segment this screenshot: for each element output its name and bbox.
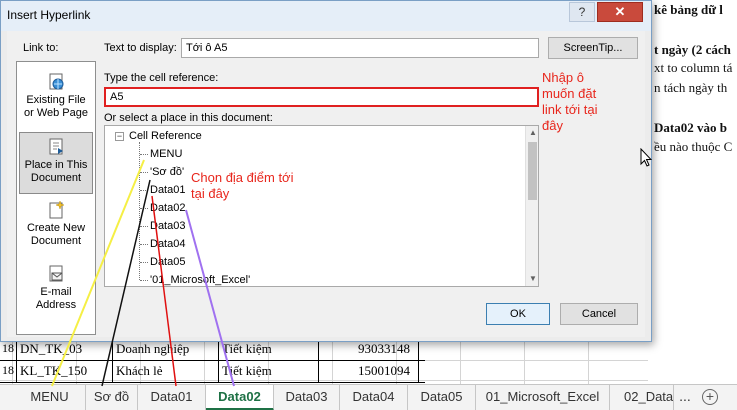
doc-line: Data02 vào b: [654, 120, 727, 135]
tree-item-data03[interactable]: Data03: [150, 220, 185, 232]
cell-reference-input[interactable]: A5: [104, 87, 539, 107]
annotation-cell-reference: Nhập ô muốn đặt link tới tại đây: [542, 70, 598, 133]
document-text-background: kê bảng dữ l t ngày (2 cách xt to column…: [648, 0, 737, 384]
email-icon: [46, 264, 66, 284]
place-tree[interactable]: − Cell Reference MENU 'Sơ đồ' Data01 Dat…: [104, 125, 539, 287]
mouse-cursor-icon: [640, 147, 653, 171]
link-to-place-in-document[interactable]: Place in This Document: [19, 132, 93, 194]
tree-item-data05[interactable]: Data05: [150, 256, 185, 268]
scroll-thumb[interactable]: [528, 142, 537, 200]
dialog-titlebar[interactable]: Insert Hyperlink ? ✕: [1, 1, 651, 31]
cancel-button[interactable]: Cancel: [560, 303, 638, 325]
scroll-down-icon[interactable]: ▼: [526, 272, 538, 286]
link-to-label: Link to:: [23, 42, 59, 54]
collapse-icon[interactable]: −: [115, 132, 124, 141]
tree-item-data02[interactable]: Data02: [150, 202, 185, 214]
annotation-select-place: Chọn địa điểm tới tại đây: [191, 170, 294, 201]
cell-reference-label: Type the cell reference:: [104, 72, 219, 84]
cell-product[interactable]: Tiết kiệm: [222, 341, 272, 357]
link-to-existing-file[interactable]: Existing File or Web Page: [19, 68, 93, 130]
text-to-display-label: Text to display:: [104, 42, 177, 54]
dialog-title: Insert Hyperlink: [7, 8, 91, 22]
new-document-icon: [46, 200, 66, 220]
screentip-button[interactable]: ScreenTip...: [548, 37, 638, 59]
link-to-create-new-document[interactable]: Create New Document: [19, 196, 93, 258]
sheet-tab-data04[interactable]: Data04: [340, 385, 408, 410]
cell-product[interactable]: Tiết kiệm: [222, 363, 272, 379]
tree-item-data01[interactable]: Data01: [150, 184, 185, 196]
cell-type[interactable]: Khách lẻ: [116, 363, 163, 379]
place-in-document-label: Or select a place in this document:: [104, 112, 273, 124]
tree-scrollbar[interactable]: ▲ ▼: [525, 126, 538, 286]
text-to-display-input[interactable]: Tới ô A5: [181, 38, 539, 58]
doc-line: xt to column tá: [654, 60, 733, 75]
doc-line: kê bảng dữ l: [654, 2, 723, 17]
doc-line: ều nào thuộc C: [654, 139, 733, 154]
sheet-tab-data03[interactable]: Data03: [274, 385, 340, 410]
row-number: 18: [2, 363, 14, 377]
sheet-tab-data01[interactable]: Data01: [138, 385, 206, 410]
link-to-panel: Existing File or Web Page Place in This …: [16, 61, 96, 335]
cell-amount[interactable]: 15001094: [358, 363, 410, 379]
tree-item-so-do[interactable]: 'Sơ đồ': [150, 166, 184, 178]
doc-line: n tách ngày th: [654, 80, 728, 95]
cell-code[interactable]: DN_TK_03: [20, 341, 82, 357]
doc-line: t ngày (2 cách: [654, 42, 731, 57]
cell-type[interactable]: Doanh nghiệp: [116, 341, 189, 357]
cell-amount[interactable]: 93033148: [358, 341, 410, 357]
tree-root-cell-reference[interactable]: Cell Reference: [129, 130, 202, 142]
sheet-tab-data05[interactable]: Data05: [408, 385, 476, 410]
add-sheet-icon[interactable]: +: [702, 389, 718, 405]
table-row[interactable]: 18 KL_TK_150 Khách lẻ Tiết kiệm 15001094: [0, 360, 425, 382]
close-button[interactable]: ✕: [597, 2, 643, 22]
cell-code[interactable]: KL_TK_150: [20, 363, 87, 379]
tree-item-data04[interactable]: Data04: [150, 238, 185, 250]
document-place-icon: [46, 137, 66, 157]
sheet-tab-bar: MENU Sơ đồ Data01 Data02 Data03 Data04 D…: [0, 384, 737, 410]
sheet-tab-so-do[interactable]: Sơ đồ: [86, 385, 138, 410]
sheet-tab-01-microsoft-excel[interactable]: 01_Microsoft_Excel: [476, 385, 610, 410]
tree-item-01-microsoft-excel[interactable]: '01_Microsoft_Excel': [150, 274, 250, 286]
more-tabs-button[interactable]: ...: [674, 385, 696, 410]
ok-button[interactable]: OK: [486, 303, 550, 325]
row-number: 18: [2, 341, 14, 355]
sheet-tab-02-data[interactable]: 02_Data: [610, 385, 674, 410]
sheet-tab-data02[interactable]: Data02: [206, 385, 274, 410]
sheet-tab-menu[interactable]: MENU: [14, 385, 86, 410]
help-button[interactable]: ?: [569, 2, 595, 22]
link-to-email-address[interactable]: E-mail Address: [19, 260, 93, 322]
globe-file-icon: [46, 72, 66, 92]
scroll-up-icon[interactable]: ▲: [526, 126, 538, 140]
insert-hyperlink-dialog: Insert Hyperlink ? ✕ Link to: Existing F…: [0, 0, 652, 342]
tree-item-menu[interactable]: MENU: [150, 148, 182, 160]
